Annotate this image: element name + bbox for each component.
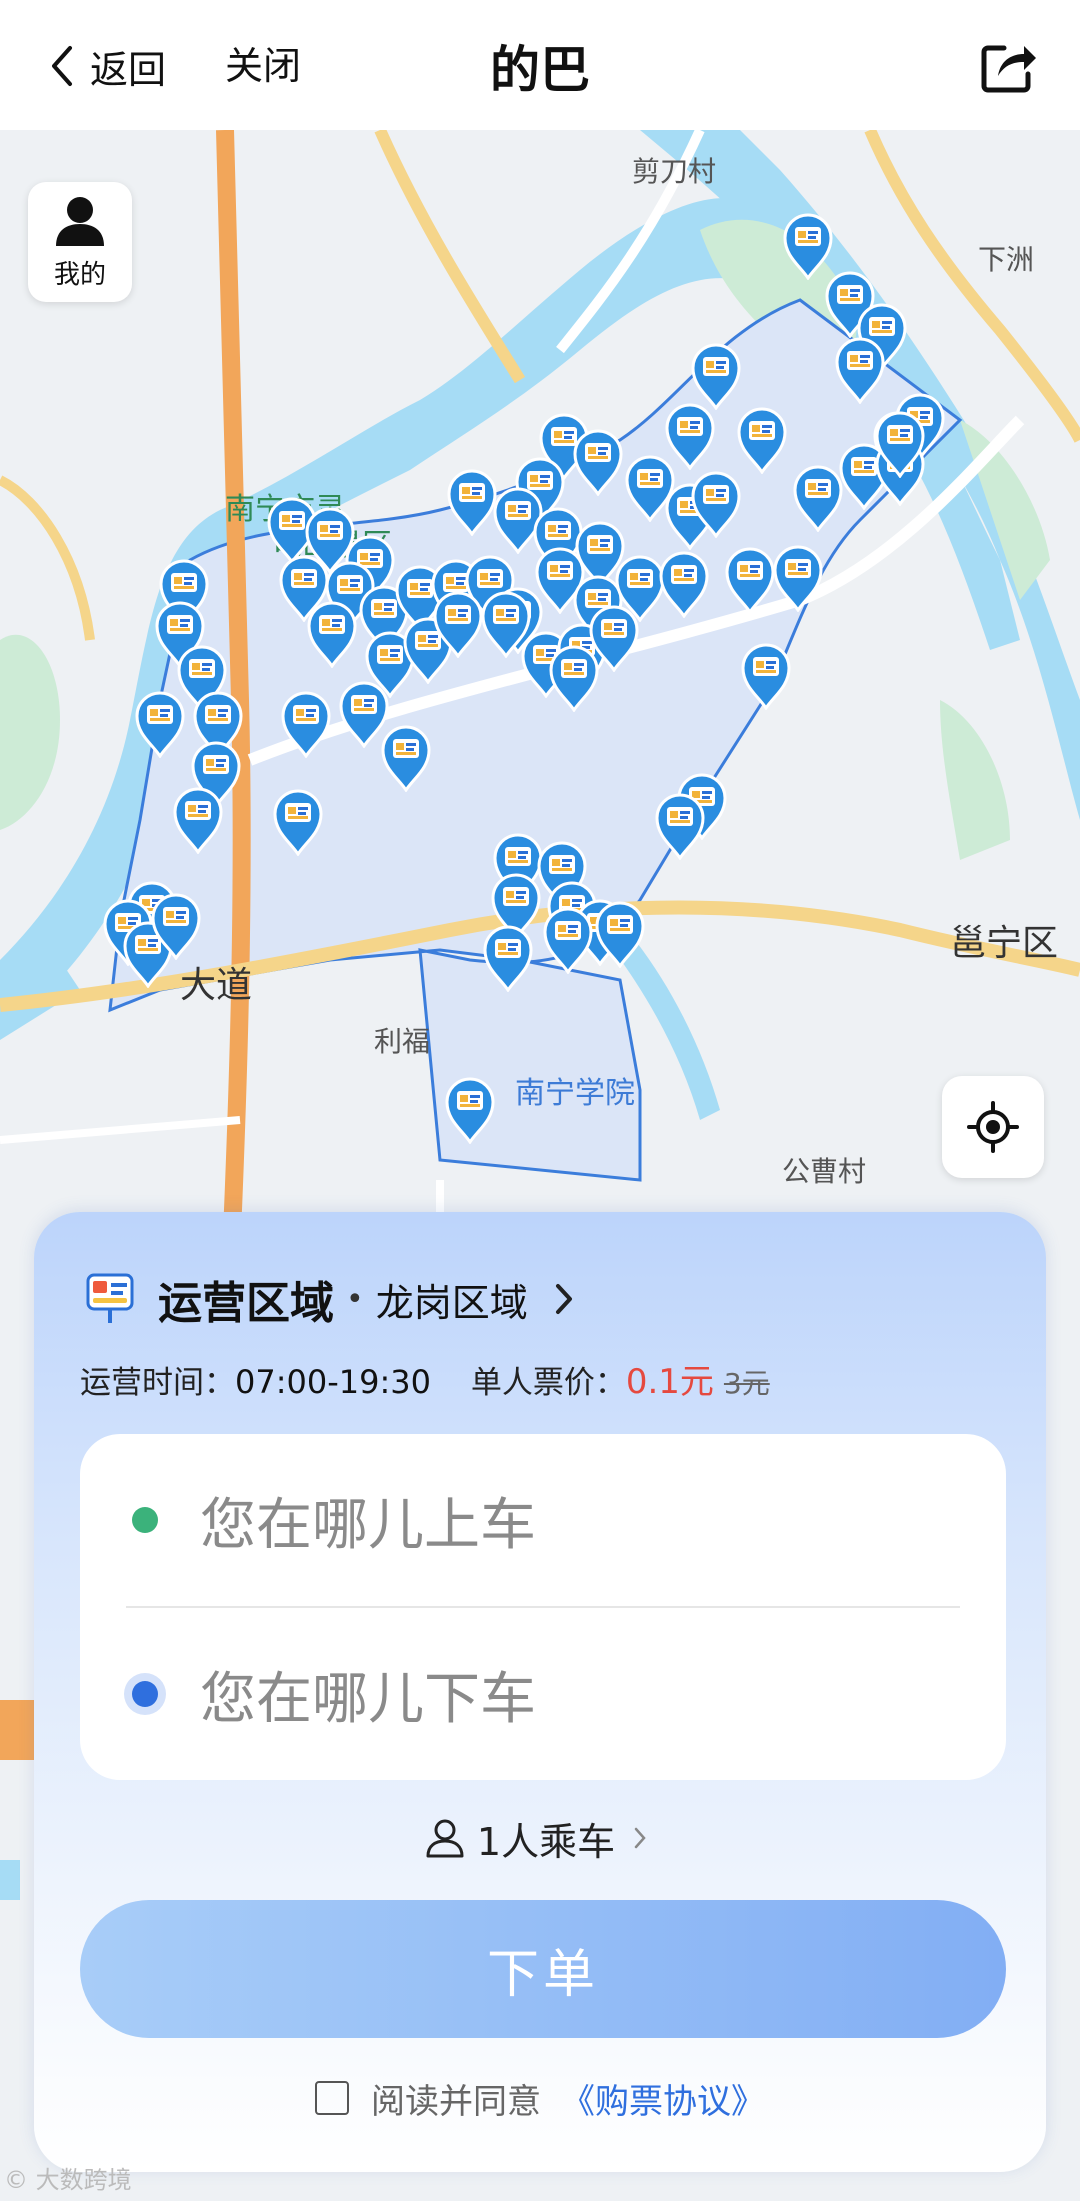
- bus-stop-pin-icon[interactable]: [736, 406, 788, 474]
- booking-panel: 运营区域 • 龙岗区域 运营时间：07:00-19:30 单人票价：0.1元 3元…: [34, 1212, 1046, 2172]
- user-icon: [56, 197, 104, 246]
- bus-stop-pin-icon[interactable]: [834, 336, 886, 404]
- map-label-gongcao: 公曹村: [782, 1155, 867, 1188]
- dropoff-field[interactable]: 您在哪儿下车: [80, 1608, 1006, 1780]
- bus-stop-pin-icon[interactable]: [134, 690, 186, 758]
- bus-stop-pin-icon[interactable]: [594, 900, 646, 968]
- zone-selector[interactable]: 运营区域 • 龙岗区域: [84, 1264, 574, 1334]
- bus-stop-pin-icon[interactable]: [150, 892, 202, 960]
- zone-title: 运营区域: [158, 1278, 334, 1329]
- bus-stop-pin-icon[interactable]: [874, 410, 926, 478]
- rider-count-label: 1人乘车: [476, 1819, 616, 1864]
- dropoff-dot-icon: [132, 1681, 158, 1707]
- map-label-lifu: 利福: [374, 1025, 431, 1058]
- zone-separator: •: [346, 1281, 364, 1317]
- bus-stop-pin-icon[interactable]: [280, 690, 332, 758]
- dropoff-placeholder: 您在哪儿下车: [200, 1666, 536, 1732]
- share-button[interactable]: [976, 34, 1040, 98]
- share-icon: [981, 45, 1036, 93]
- bus-stop-pin-icon[interactable]: [548, 644, 600, 712]
- rider-count-selector[interactable]: 1人乘车: [34, 1808, 1046, 1868]
- map-label-xiazhou: 下洲: [978, 243, 1035, 276]
- page-title: 的巴: [490, 41, 590, 99]
- map-label-yongning: 邕宁区: [950, 923, 1059, 964]
- bus-stop-pin-icon[interactable]: [690, 470, 742, 538]
- chevron-right-icon: [555, 1284, 572, 1314]
- bus-stop-pin-icon[interactable]: [432, 590, 484, 658]
- agree-checkbox[interactable]: [315, 2081, 349, 2115]
- pickup-dot-icon: [132, 1507, 158, 1533]
- bus-stop-pin-icon[interactable]: [172, 786, 224, 854]
- my-profile-button[interactable]: 我的: [28, 182, 132, 302]
- bus-stop-pin-icon[interactable]: [446, 468, 498, 536]
- address-card: 您在哪儿上车 您在哪儿下车: [80, 1434, 1006, 1780]
- zone-name: 龙岗区域: [375, 1280, 528, 1325]
- hours-label: 运营时间：: [80, 1365, 235, 1401]
- bus-stop-pin-icon[interactable]: [792, 464, 844, 532]
- bus-stop-pin-icon[interactable]: [542, 906, 594, 974]
- bus-stop-sign-icon: [86, 1273, 134, 1323]
- bus-stop-pin-icon[interactable]: [306, 600, 358, 668]
- map-label-nanning-xueyuan: 南宁学院: [515, 1076, 635, 1111]
- watermark: © 大数跨境: [4, 2166, 132, 2194]
- service-info: 运营时间：07:00-19:30 单人票价：0.1元 3元: [80, 1354, 770, 1403]
- pickup-field[interactable]: 您在哪儿上车: [80, 1434, 1006, 1606]
- agreement-row: 阅读并同意 《购票协议》: [34, 2068, 1046, 2128]
- person-icon: [426, 1819, 464, 1858]
- chevron-right-small-icon: [634, 1827, 646, 1849]
- bus-stop-pin-icon[interactable]: [658, 550, 710, 618]
- bus-stop-pin-icon[interactable]: [380, 724, 432, 792]
- bus-stop-pin-icon[interactable]: [572, 428, 624, 496]
- fare-label: 单人票价：: [470, 1365, 626, 1401]
- bus-stop-pin-icon[interactable]: [740, 642, 792, 710]
- locate-button[interactable]: [942, 1076, 1044, 1178]
- bus-stop-pin-icon[interactable]: [724, 546, 776, 614]
- bus-stop-pin-icon[interactable]: [690, 342, 742, 410]
- ticket-agreement-link[interactable]: 《购票协议》: [561, 2074, 765, 2123]
- bus-stop-pin-icon[interactable]: [272, 788, 324, 856]
- agree-text: 阅读并同意: [371, 2081, 541, 2122]
- map-label-dadao: 大道: [180, 965, 253, 1006]
- map-label-jiandao: 剪刀村: [632, 155, 717, 188]
- bus-stop-pin-icon[interactable]: [482, 924, 534, 992]
- bus-stop-pin-icon[interactable]: [772, 544, 824, 612]
- fare-price: 0.1元: [625, 1362, 714, 1402]
- place-order-button[interactable]: 下单: [80, 1900, 1006, 2038]
- crosshair-icon: [967, 1101, 1019, 1153]
- fare-original-price: 3元: [723, 1367, 770, 1400]
- hours-value: 07:00-19:30: [235, 1363, 431, 1401]
- my-profile-label: 我的: [53, 260, 106, 290]
- bus-stop-pin-icon[interactable]: [444, 1076, 496, 1144]
- top-nav-bar: 返回 关闭 的巴: [0, 0, 1080, 130]
- bus-stop-pin-icon[interactable]: [654, 792, 706, 860]
- pickup-placeholder: 您在哪儿上车: [200, 1492, 536, 1558]
